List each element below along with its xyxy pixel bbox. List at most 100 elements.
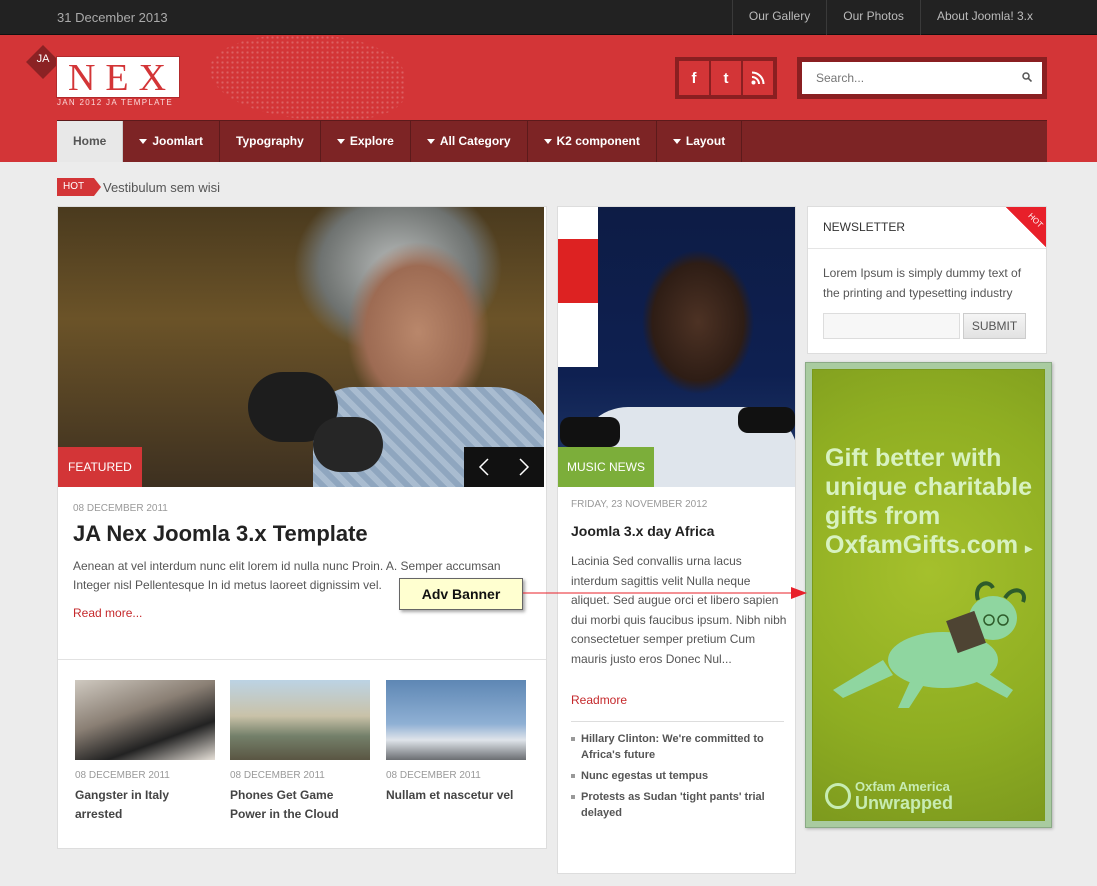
rss-icon[interactable]: [743, 61, 773, 95]
featured-image[interactable]: FEATURED: [58, 207, 544, 487]
nav-layout-label: Layout: [685, 134, 726, 148]
music-news-description: Lacinia Sed convallis urna lacus interdu…: [571, 554, 787, 666]
hot-ticker-link[interactable]: Vestibulum sem wisi: [103, 180, 220, 195]
next-arrow-icon[interactable]: [504, 447, 544, 487]
site-header: JA NEX JAN 2012 JA TEMPLATE f t Home Joo…: [0, 35, 1097, 162]
chevron-down-icon: [672, 139, 681, 144]
nav-explore-label: Explore: [349, 134, 394, 148]
related-links: Hillary Clinton: We're committed to Afri…: [571, 731, 786, 826]
nav-joomlart[interactable]: Joomlart: [123, 121, 221, 162]
music-news-article: MUSIC NEWS FRIDAY, 23 NOVEMBER 2012 Joom…: [557, 206, 796, 874]
nav-layout[interactable]: Layout: [657, 121, 743, 162]
ad-brand-top: Oxfam America: [855, 779, 950, 794]
nav-home[interactable]: Home: [57, 121, 124, 162]
ad-headline: Gift better with unique charitable gifts…: [825, 444, 1045, 563]
related-link[interactable]: Protests as Sudan 'tight pants' trial de…: [571, 789, 786, 821]
top-link-gallery[interactable]: Our Gallery: [731, 0, 826, 35]
featured-title[interactable]: JA Nex Joomla 3.x Template: [73, 521, 368, 547]
image-detail: [558, 207, 598, 367]
music-news-read-more[interactable]: Readmore: [571, 693, 627, 707]
social-links: f t: [675, 57, 777, 99]
divider: [571, 721, 784, 722]
ad-banner-inner[interactable]: Gift better with unique charitable gifts…: [812, 369, 1045, 821]
divider: [58, 659, 546, 660]
thumb-image[interactable]: [230, 680, 370, 760]
nav-k2-component[interactable]: K2 component: [528, 121, 657, 162]
nav-all-category[interactable]: All Category: [411, 121, 528, 162]
search-input[interactable]: [802, 62, 1002, 94]
play-triangle-icon: ▸: [1025, 540, 1033, 556]
thumb-date: 08 DECEMBER 2011: [386, 770, 481, 781]
top-links: Our Gallery Our Photos About Joomla! 3.x: [731, 0, 1097, 35]
hot-corner-label: HOT: [1026, 211, 1045, 230]
chevron-down-icon: [543, 139, 552, 144]
ad-brand-bottom: Unwrapped: [855, 793, 954, 813]
main-nav: Home Joomlart Typography Explore All Cat…: [57, 120, 1047, 162]
chevron-down-icon: [426, 139, 435, 144]
slider-controls: [464, 447, 544, 487]
logo-badge: JA: [36, 53, 50, 65]
logo-name: NEX: [67, 57, 177, 99]
image-detail: [560, 417, 620, 447]
thumb-title[interactable]: Gangster in Italy arrested: [75, 786, 215, 824]
music-news-image[interactable]: MUSIC NEWS: [558, 207, 795, 487]
featured-article: FEATURED 08 DECEMBER 2011 JA Nex Joomla …: [57, 206, 547, 849]
hot-corner-badge: HOT: [1006, 207, 1046, 247]
logo-tagline: JAN 2012 JA TEMPLATE: [57, 98, 173, 107]
related-link[interactable]: Hillary Clinton: We're committed to Afri…: [571, 731, 786, 763]
nav-explore[interactable]: Explore: [321, 121, 411, 162]
nav-joomlart-label: Joomlart: [152, 134, 204, 148]
search-icon[interactable]: [1022, 72, 1032, 82]
thumb-date: 08 DECEMBER 2011: [75, 770, 170, 781]
nav-typography-label: Typography: [236, 134, 304, 148]
featured-label: FEATURED: [58, 447, 142, 487]
search-box: [797, 57, 1047, 99]
music-news-title[interactable]: Joomla 3.x day Africa: [571, 523, 714, 539]
world-map-graphic: [210, 35, 405, 120]
current-date: 31 December 2013: [57, 10, 168, 25]
ad-brand-text: Oxfam America Unwrapped: [855, 779, 954, 813]
featured-read-more[interactable]: Read more...: [73, 606, 142, 620]
logo-box: NEX: [56, 56, 180, 99]
top-link-about[interactable]: About Joomla! 3.x: [919, 0, 1097, 35]
prev-arrow-icon[interactable]: [464, 447, 504, 487]
featured-date: 08 DECEMBER 2011: [73, 503, 168, 514]
nav-home-label: Home: [73, 134, 107, 148]
image-detail: [313, 417, 383, 472]
newsletter-email-field[interactable]: [823, 313, 960, 339]
search-field: [802, 62, 1042, 94]
nav-all-category-label: All Category: [439, 134, 511, 148]
hot-badge: HOT: [57, 178, 102, 196]
thumb-image[interactable]: [386, 680, 526, 760]
annotation-arrow-icon: [523, 587, 807, 599]
music-news-label: MUSIC NEWS: [558, 447, 654, 487]
newsletter-submit-button[interactable]: SUBMIT: [963, 313, 1026, 339]
thumb-article[interactable]: 08 DECEMBER 2011 Nullam et nascetur vel: [386, 680, 526, 805]
ad-brand: Oxfam America Unwrapped: [825, 780, 953, 812]
adv-banner-callout: Adv Banner: [399, 578, 523, 610]
facebook-icon[interactable]: f: [679, 61, 709, 95]
music-news-date: FRIDAY, 23 NOVEMBER 2012: [571, 499, 708, 510]
thumb-image[interactable]: [75, 680, 215, 760]
thumb-title[interactable]: Nullam et nascetur vel: [386, 786, 526, 805]
thumb-article[interactable]: 08 DECEMBER 2011 Gangster in Italy arres…: [75, 680, 215, 824]
thumb-article[interactable]: 08 DECEMBER 2011 Phones Get Game Power i…: [230, 680, 370, 824]
nav-typography[interactable]: Typography: [220, 121, 321, 162]
chevron-down-icon: [139, 139, 148, 144]
ad-headline-text: Gift better with unique charitable gifts…: [825, 444, 1032, 559]
twitter-icon[interactable]: t: [711, 61, 741, 95]
newsletter-text: Lorem Ipsum is simply dummy text of the …: [823, 266, 1022, 300]
thumb-date: 08 DECEMBER 2011: [230, 770, 325, 781]
oxfam-logo-icon: [825, 783, 851, 809]
goat-illustration-icon: [833, 581, 1026, 708]
chevron-down-icon: [336, 139, 345, 144]
nav-k2-component-label: K2 component: [556, 134, 640, 148]
top-bar: 31 December 2013 Our Gallery Our Photos …: [0, 0, 1097, 35]
ad-banner[interactable]: Gift better with unique charitable gifts…: [805, 362, 1052, 828]
site-logo[interactable]: JA NEX JAN 2012 JA TEMPLATE: [26, 45, 188, 109]
related-link[interactable]: Nunc egestas ut tempus: [571, 768, 786, 784]
image-detail: [738, 407, 795, 433]
top-link-photos[interactable]: Our Photos: [826, 0, 920, 35]
newsletter-box: NEWSLETTER HOT Lorem Ipsum is simply dum…: [807, 206, 1047, 354]
thumb-title[interactable]: Phones Get Game Power in the Cloud: [230, 786, 370, 824]
